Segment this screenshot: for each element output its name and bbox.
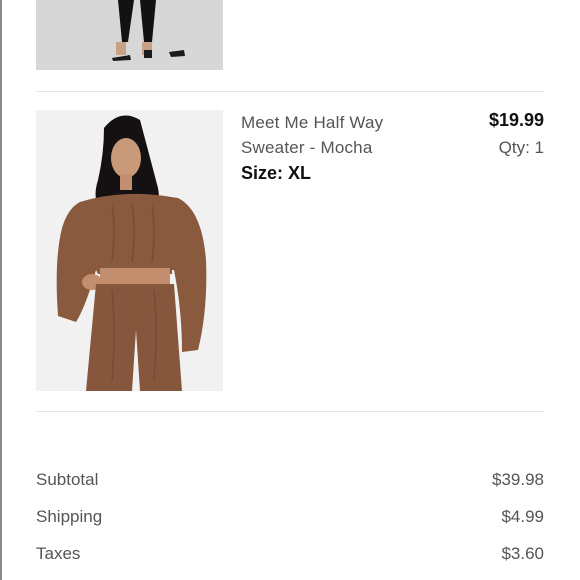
product-image[interactable] — [36, 110, 223, 391]
product-quantity: Qty: 1 — [498, 138, 544, 157]
product-price: $19.99 — [488, 110, 544, 130]
taxes-value: $3.60 — [501, 544, 544, 563]
shipping-value: $4.99 — [501, 507, 544, 526]
shipping-label: Shipping — [36, 507, 103, 526]
previous-product-image[interactable] — [36, 0, 223, 70]
summary-divider — [36, 411, 544, 412]
taxes-label: Taxes — [36, 544, 81, 563]
window-edge — [0, 0, 2, 580]
product-size: Size: XL — [241, 163, 312, 183]
legs-photo-icon — [36, 0, 223, 70]
item-divider — [36, 91, 544, 92]
shipping-row: Shipping $4.99 — [36, 507, 544, 527]
taxes-row: Taxes $3.60 — [36, 544, 544, 564]
subtotal-value: $39.98 — [492, 470, 544, 489]
subtotal-row: Subtotal $39.98 — [36, 470, 544, 490]
product-name[interactable]: Meet Me Half Way Sweater - Mocha — [241, 110, 421, 160]
subtotal-label: Subtotal — [36, 470, 99, 489]
sweater-photo-icon — [36, 110, 223, 391]
